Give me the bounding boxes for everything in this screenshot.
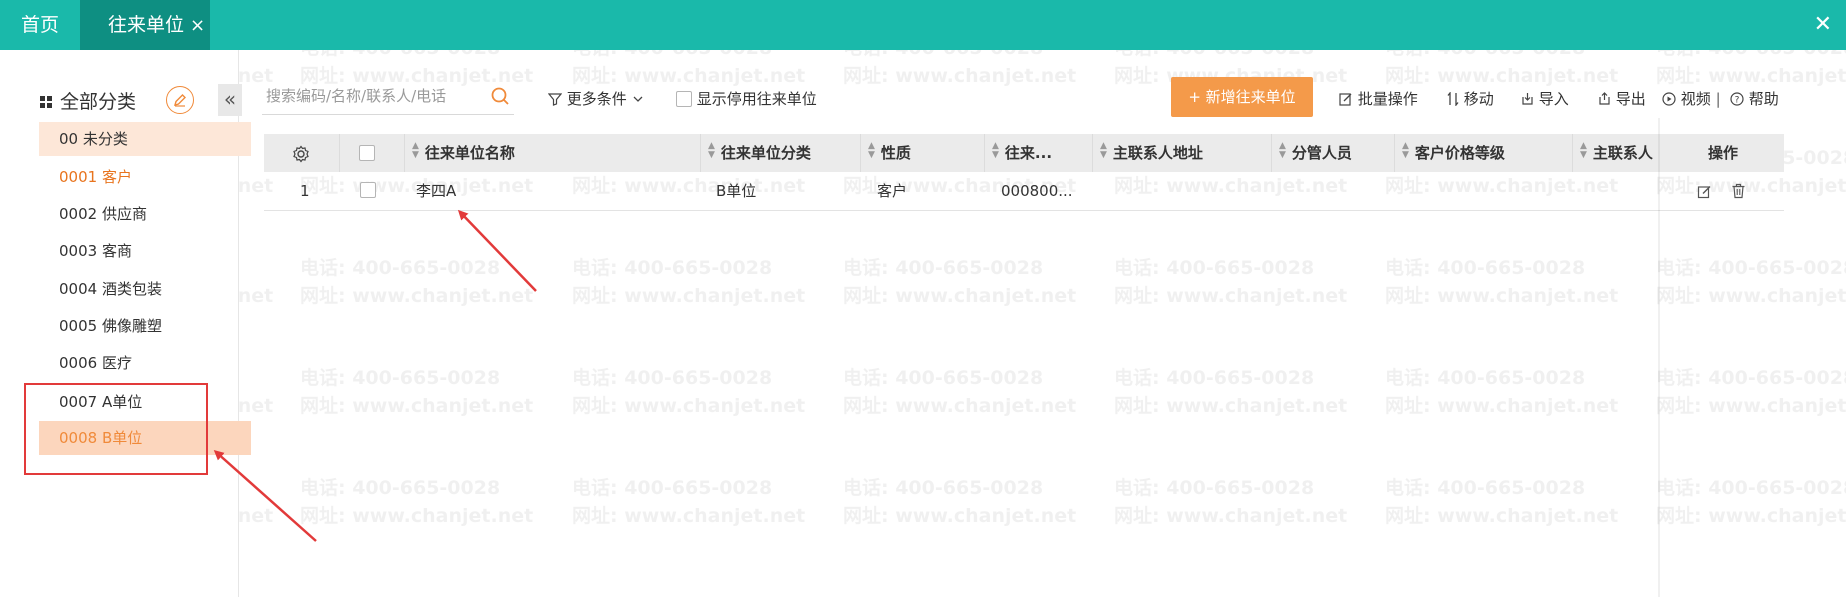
annotation-arrows (213, 209, 537, 542)
